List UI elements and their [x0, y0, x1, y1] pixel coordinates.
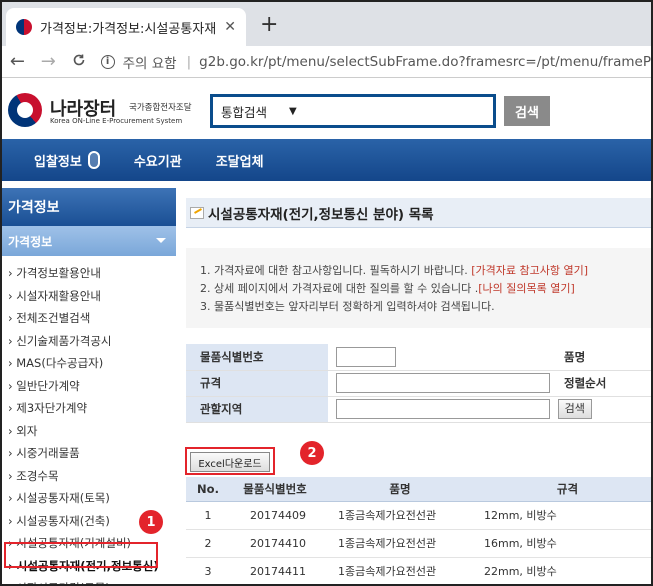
table-header-row: No. 물품식별번호 품명 규격	[186, 477, 651, 502]
form-row: 물품식별번호 품명	[186, 344, 651, 371]
notice-line: 1. 가격자료에 대한 참고사항입니다. 필독하시기 바랍니다. [가격자료 참…	[200, 262, 651, 280]
chevron-down-icon	[156, 238, 166, 243]
region-search-button[interactable]: 검색	[557, 399, 592, 419]
brand-english: Korea ON-Line E-Procurement System	[50, 117, 183, 125]
unified-search-box[interactable]: 통합검색 ▼	[210, 94, 496, 128]
browser-tabstrip: 가격정보:가격정보:시설공통자재 ✕ +	[2, 2, 651, 46]
notice-line: 2. 상세 페이지에서 가격자료에 대한 질의를 할 수 있습니다 .[나의 질…	[200, 280, 651, 298]
sidebar-item[interactable]: › 시설공통자재(토목)	[2, 487, 176, 510]
nav-bid-info[interactable]: 입찰정보	[34, 151, 100, 170]
item-id-link[interactable]: 20174409	[230, 501, 320, 530]
address-bar: ← → i 주의 요함 | g2b.go.kr/pt/menu/selectSu…	[2, 46, 651, 78]
sidebar-item[interactable]: › 신기술제품가격공시	[2, 330, 176, 353]
page-header: 시설공통자재(전기,정보통신 분야) 목록	[186, 198, 651, 228]
sidebar-item[interactable]: › 제3자단가계약	[2, 397, 176, 420]
screenshot-frame: 가격정보:가격정보:시설공통자재 ✕ + ← → i 주의 요함 | g2b.g…	[0, 0, 653, 586]
memo-icon	[190, 206, 204, 219]
spec-cell: 12mm, 비방수	[480, 501, 651, 530]
sort-label: 정렬순서	[550, 370, 651, 397]
main-content: 시설공통자재(전기,정보통신 분야) 목록 1. 가격자료에 대한 참고사항입니…	[186, 198, 651, 584]
spec-input[interactable]	[336, 373, 550, 393]
reload-icon[interactable]	[64, 51, 95, 72]
sidebar-section-label: 가격정보	[8, 234, 53, 249]
sidebar-section-header[interactable]: 가격정보	[2, 226, 176, 256]
item-name-link[interactable]: 1종금속제가요전선관	[320, 529, 480, 558]
sidebar-title: 가격정보	[2, 188, 176, 226]
item-id-link[interactable]: 20174411	[230, 557, 320, 584]
highlight-box-excel	[185, 447, 275, 475]
item-id-input[interactable]	[336, 346, 396, 367]
url-field[interactable]: i 주의 요함 | g2b.go.kr/pt/menu/selectSubFra…	[100, 52, 651, 72]
spec-cell: 22mm, 비방수	[480, 557, 651, 584]
column-header[interactable]: 품명	[320, 477, 480, 502]
region-input[interactable]	[336, 399, 550, 419]
notice-line: 3. 물품식별번호는 앞자리부터 정확하게 입력하셔야 검색됩니다.	[200, 298, 651, 316]
item-name-link[interactable]: 1종금속제가요전선관	[320, 501, 480, 530]
sidebar-item[interactable]: › 외자	[2, 420, 176, 443]
sidebar-item[interactable]: › 일반단가계약	[2, 375, 176, 398]
row-number: 2	[186, 529, 230, 558]
page-title: 시설공통자재(전기,정보통신 분야) 목록	[208, 206, 434, 223]
browser-tab[interactable]: 가격정보:가격정보:시설공통자재 ✕	[6, 8, 246, 46]
spec-label: 규격	[186, 370, 328, 397]
highlight-box-sidebar	[4, 542, 158, 568]
favicon-icon	[16, 19, 32, 35]
search-form: 물품식별번호 품명 규격 정렬순서 관할지역 검색	[186, 344, 651, 423]
site-search-button[interactable]: 검색	[504, 96, 550, 126]
notice-link[interactable]: [가격자료 참고사항 열기]	[471, 264, 588, 277]
mouse-icon	[87, 151, 100, 169]
table-row: 2 20174410 1종금속제가요전선관 16mm, 비방수	[186, 529, 651, 558]
item-name-label: 품명	[550, 344, 651, 371]
sidebar-item[interactable]: › 조경수목	[2, 465, 176, 488]
info-icon[interactable]: i	[100, 54, 115, 69]
site-header: 나라장터 국가종합전자조달 Korea ON-Line E-Procuremen…	[2, 79, 651, 139]
item-id-link[interactable]: 20174410	[230, 529, 320, 558]
form-row: 관할지역 검색	[186, 396, 651, 423]
nav-bid-info-label: 입찰정보	[34, 154, 82, 170]
nav-demand-agency[interactable]: 수요기관	[134, 151, 182, 170]
dropdown-arrow-icon[interactable]: ▼	[289, 106, 297, 117]
notice-box: 1. 가격자료에 대한 참고사항입니다. 필독하시기 바랍니다. [가격자료 참…	[186, 248, 651, 328]
region-label: 관할지역	[186, 396, 328, 423]
sidebar-item[interactable]: › 가격정보활용안내	[2, 262, 176, 285]
forward-icon[interactable]: →	[33, 51, 64, 72]
column-header[interactable]: 규격	[480, 477, 651, 502]
form-row: 규격 정렬순서	[186, 370, 651, 397]
column-header[interactable]: 물품식별번호	[230, 477, 320, 502]
security-status: 주의 요함	[122, 55, 177, 72]
tab-title: 가격정보:가격정보:시설공통자재	[40, 21, 217, 37]
notice-text: 3. 물품식별번호는 앞자리부터 정확하게 입력하셔야 검색됩니다.	[200, 300, 495, 313]
notice-text: 1. 가격자료에 대한 참고사항입니다. 필독하시기 바랍니다.	[200, 264, 472, 277]
sidebar-item[interactable]: › 시장시공가격(토목)	[2, 577, 176, 584]
url-separator: |	[186, 53, 192, 70]
results-table: No. 물품식별번호 품명 규격 1 20174409 1종금속제가요전선관 1…	[186, 477, 651, 584]
search-scope-select[interactable]: 통합검색	[221, 102, 267, 121]
sidebar-item[interactable]: › MAS(다수공급자)	[2, 352, 176, 375]
step-badge-1: 1	[139, 510, 163, 534]
sidebar-item[interactable]: › 시중거래물품	[2, 442, 176, 465]
step-badge-2: 2	[300, 441, 324, 465]
new-tab-icon[interactable]: +	[260, 12, 278, 37]
main-navigation: 입찰정보 수요기관 조달업체	[2, 139, 651, 181]
nav-supplier[interactable]: 조달업체	[216, 151, 264, 170]
notice-text: 2. 상세 페이지에서 가격자료에 대한 질의를 할 수 있습니다 .	[200, 282, 479, 295]
sidebar-item[interactable]: › 전체조건별검색	[2, 307, 176, 330]
notice-link[interactable]: [나의 질의목록 열기]	[478, 282, 575, 295]
item-name-link[interactable]: 1종금속제가요전선관	[320, 557, 480, 584]
sidebar-menu: › 가격정보활용안내 › 시설자재활용안내 › 전체조건별검색 › 신기술제품가…	[2, 256, 176, 584]
url-text: g2b.go.kr/pt/menu/selectSubFrame.do?fram…	[199, 53, 651, 70]
sidebar-item[interactable]: › 시설자재활용안내	[2, 285, 176, 308]
brand-subtitle: 국가종합전자조달	[129, 103, 192, 113]
government-logo-icon[interactable]	[8, 93, 42, 127]
row-number: 3	[186, 557, 230, 584]
back-icon[interactable]: ←	[2, 51, 33, 72]
column-header[interactable]: No.	[186, 477, 230, 502]
row-number: 1	[186, 501, 230, 530]
item-id-label: 물품식별번호	[186, 344, 328, 371]
spec-cell: 16mm, 비방수	[480, 529, 651, 558]
table-row: 3 20174411 1종금속제가요전선관 22mm, 비방수	[186, 557, 651, 584]
table-row: 1 20174409 1종금속제가요전선관 12mm, 비방수	[186, 501, 651, 530]
close-icon[interactable]: ✕	[224, 19, 236, 35]
